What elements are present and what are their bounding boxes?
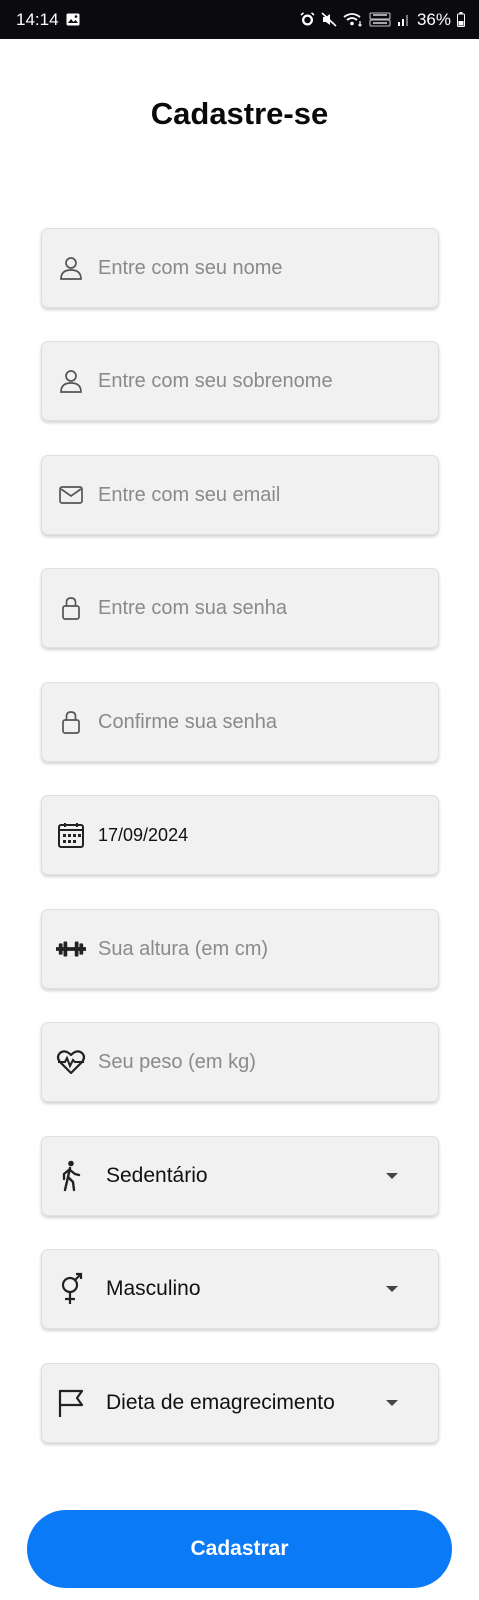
diet-select[interactable]: Dieta de emagrecimento xyxy=(41,1363,439,1443)
chevron-down-icon xyxy=(386,1173,398,1179)
height-placeholder: Sua altura (em cm) xyxy=(98,937,269,960)
lock-icon xyxy=(56,593,86,623)
email-field[interactable]: Entre com seu email xyxy=(41,455,439,535)
alarm-icon xyxy=(300,12,315,27)
signal-icon xyxy=(397,12,411,27)
password-field[interactable]: Entre com sua senha xyxy=(41,568,439,648)
first-name-placeholder: Entre com seu nome xyxy=(98,256,283,279)
last-name-placeholder: Entre com seu sobrenome xyxy=(98,369,333,392)
gallery-icon xyxy=(66,13,80,26)
gender-icon xyxy=(56,1272,86,1304)
calendar-icon xyxy=(56,820,86,850)
height-field[interactable]: Sua altura (em cm) xyxy=(41,909,439,989)
wifi-icon xyxy=(343,12,363,27)
chevron-down-icon xyxy=(386,1400,398,1406)
weight-field[interactable]: Seu peso (em kg) xyxy=(41,1022,439,1102)
walking-icon xyxy=(56,1160,86,1192)
sex-select[interactable]: Masculino xyxy=(41,1249,439,1329)
weight-placeholder: Seu peso (em kg) xyxy=(98,1050,256,1073)
submit-button[interactable]: Cadastrar xyxy=(27,1510,452,1588)
birth-date-field[interactable]: 17/09/2024 xyxy=(41,795,439,875)
dumbbell-icon xyxy=(56,934,86,964)
activity-level-value: Sedentário xyxy=(106,1164,208,1187)
person-icon xyxy=(56,253,86,283)
confirm-password-field[interactable]: Confirme sua senha xyxy=(41,682,439,762)
page-title: Cadastre-se xyxy=(150,96,329,131)
diet-value: Dieta de emagrecimento xyxy=(106,1391,335,1414)
heart-pulse-icon xyxy=(56,1047,86,1077)
mute-icon xyxy=(321,12,337,27)
activity-level-select[interactable]: Sedentário xyxy=(41,1136,439,1216)
password-placeholder: Entre com sua senha xyxy=(98,596,287,619)
email-placeholder: Entre com seu email xyxy=(98,483,281,506)
person-icon xyxy=(56,366,86,396)
lock-icon xyxy=(56,707,86,737)
battery-icon xyxy=(457,12,465,27)
last-name-field[interactable]: Entre com seu sobrenome xyxy=(41,341,439,421)
first-name-field[interactable]: Entre com seu nome xyxy=(41,228,439,308)
status-left: 14:14 xyxy=(16,10,80,30)
volte-icon xyxy=(369,12,391,27)
status-right: 36% xyxy=(300,10,465,30)
battery-percent: 36% xyxy=(416,9,451,29)
sex-value: Masculino xyxy=(106,1277,201,1300)
status-time: 14:14 xyxy=(16,9,59,29)
birth-date-value: 17/09/2024 xyxy=(98,824,189,845)
flag-icon xyxy=(56,1388,86,1418)
status-bar: 14:14 36% xyxy=(0,0,479,39)
confirm-password-placeholder: Confirme sua senha xyxy=(98,710,277,733)
chevron-down-icon xyxy=(386,1286,398,1292)
mail-icon xyxy=(56,480,86,510)
